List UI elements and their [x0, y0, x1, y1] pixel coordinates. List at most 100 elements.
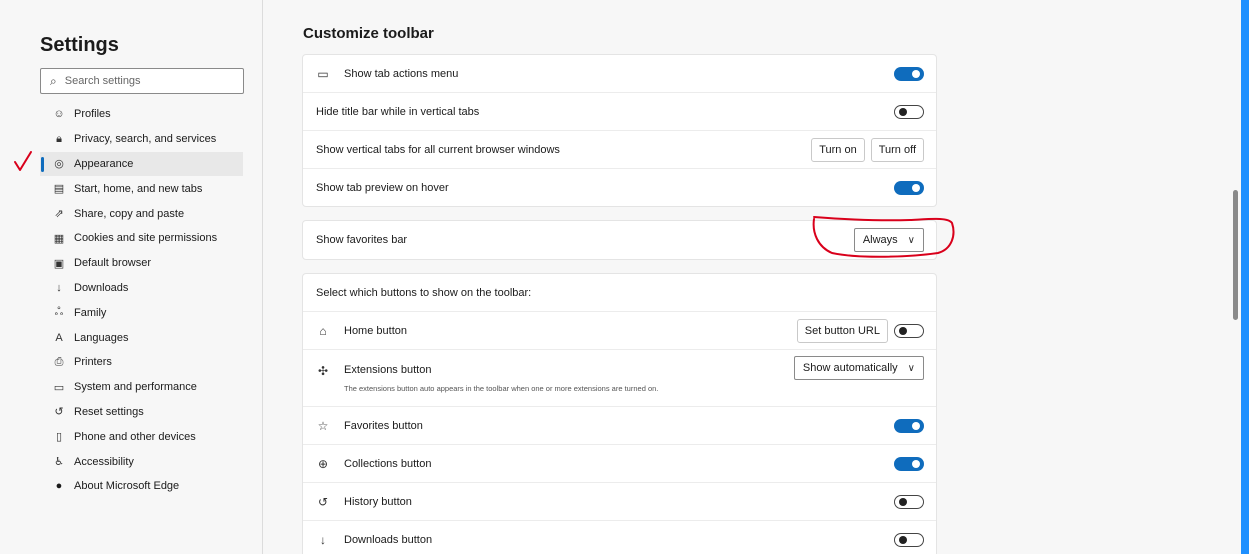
sidebar-item-start-home-and-new-tabs[interactable]: ▤ Start, home, and new tabs — [40, 176, 243, 201]
extensions-subtext: The extensions button auto appears in th… — [344, 384, 659, 393]
sidebar-item-label: Cookies and site permissions — [74, 232, 218, 245]
tab-actions-label: Show tab actions menu — [344, 67, 459, 80]
settings-title: Settings — [40, 34, 119, 56]
sidebar-item-languages[interactable]: A Languages — [40, 325, 243, 350]
favorites-button-label: Favorites button — [344, 419, 423, 432]
sidebar-item-label: About Microsoft Edge — [74, 480, 180, 493]
toolbar-buttons-card: Select which buttons to show on the tool… — [302, 273, 937, 554]
tab-preview-label: Show tab preview on hover — [316, 181, 449, 194]
sidebar-item-label: Appearance — [74, 157, 134, 170]
downloads-button-row: ↓ Downloads button — [303, 521, 936, 554]
search-input[interactable] — [64, 75, 225, 87]
collections-button-label: Collections button — [344, 457, 432, 470]
home-button-toggle[interactable] — [894, 323, 924, 338]
search-icon: ⌕ — [50, 73, 57, 88]
sidebar-item-privacy-search-and-services[interactable]: 🔒︎ Privacy, search, and services — [40, 127, 243, 152]
collections-button-row: ⊕ Collections button — [303, 445, 936, 483]
sidebar-item-about-microsoft-edge[interactable]: ● About Microsoft Edge — [40, 474, 243, 499]
palette-icon: ◎ — [54, 158, 64, 171]
main-content: Customize toolbar ▭ Show tab actions men… — [264, 0, 1231, 554]
lock-icon: 🔒︎ — [56, 132, 62, 145]
sidebar-item-downloads[interactable]: ↓ Downloads — [40, 276, 243, 301]
sidebar-item-label: Default browser — [74, 257, 152, 270]
history-button-label: History button — [344, 495, 412, 508]
toolbar-buttons-header: Select which buttons to show on the tool… — [316, 286, 532, 299]
tab-preview-row: Show tab preview on hover — [303, 169, 936, 206]
settings-sidebar: Settings ⌕ ☺ Profiles 🔒︎ Privacy, search, a… — [0, 0, 263, 554]
sidebar-item-label: Accessibility — [74, 455, 134, 468]
turn-off-button[interactable]: Turn off — [870, 137, 924, 162]
sidebar-item-label: Privacy, search, and services — [74, 133, 217, 146]
sidebar-item-family[interactable]: ஃ Family — [40, 300, 243, 325]
sidebar-nav: ☺ Profiles 🔒︎ Privacy, search, and services… — [40, 102, 243, 499]
puzzle-icon: ✣ — [317, 364, 329, 378]
download-icon: ↓ — [56, 281, 62, 294]
family-icon: ஃ — [54, 305, 64, 318]
browser-icon: ▣ — [53, 257, 65, 270]
home-button-row: ⌂ Home button Set button URL — [303, 312, 936, 350]
sidebar-item-label: Start, home, and new tabs — [74, 182, 203, 195]
downloads-button-label: Downloads button — [344, 534, 433, 546]
printer-icon: ⎙ — [54, 355, 64, 368]
sidebar-item-label: Languages — [74, 331, 129, 344]
sidebar-item-profiles[interactable]: ☺ Profiles — [40, 102, 243, 127]
sidebar-item-appearance[interactable]: ◎ Appearance — [40, 151, 243, 177]
toolbar-tabs-card: ▭ Show tab actions menu Hide title bar w… — [302, 54, 937, 207]
languages-icon: A — [55, 331, 63, 344]
history-button-row: ↺ History button — [303, 483, 936, 521]
profile-icon: ☺ — [53, 108, 65, 121]
collections-icon: ⊕ — [317, 456, 329, 471]
extensions-dropdown[interactable]: Show automatically ∨ — [793, 356, 924, 380]
sidebar-item-label: Family — [74, 306, 107, 319]
reset-icon: ↺ — [54, 406, 64, 419]
sidebar-item-label: Downloads — [74, 281, 129, 294]
window-edge-bar — [1241, 0, 1249, 554]
tab-actions-row: ▭ Show tab actions menu — [303, 55, 936, 93]
home-icon: ⌂ — [319, 323, 327, 338]
sidebar-item-default-browser[interactable]: ▣ Default browser — [40, 251, 243, 276]
accessibility-icon: ♿︎ — [54, 456, 64, 469]
tab-preview-toggle[interactable] — [894, 180, 924, 195]
favorites-button-toggle[interactable] — [894, 418, 924, 433]
sidebar-item-reset-settings[interactable]: ↺ Reset settings — [40, 400, 243, 425]
sidebar-item-label: Share, copy and paste — [74, 207, 185, 220]
sidebar-item-accessibility[interactable]: ♿︎ Accessibility — [40, 449, 243, 474]
turn-on-button[interactable]: Turn on — [811, 137, 865, 162]
scrollbar-thumb[interactable] — [1233, 190, 1238, 320]
collections-button-toggle[interactable] — [894, 456, 924, 471]
extensions-value: Show automatically — [802, 362, 898, 374]
red-circle-annotation — [812, 216, 955, 258]
sidebar-item-phone-and-other-devices[interactable]: ▯ Phone and other devices — [40, 424, 243, 449]
favorites-icon: ☆ — [317, 418, 329, 433]
download-icon: ↓ — [320, 533, 326, 547]
window-icon: ▤ — [53, 183, 65, 196]
hide-title-bar-label: Hide title bar while in vertical tabs — [316, 105, 480, 118]
sidebar-item-label: Reset settings — [74, 405, 144, 418]
sidebar-item-cookies-and-site-permissions[interactable]: ▦ Cookies and site permissions — [40, 226, 243, 251]
history-button-toggle[interactable] — [894, 494, 924, 509]
tab-actions-toggle[interactable] — [894, 66, 924, 81]
sidebar-item-label: System and performance — [74, 381, 197, 394]
downloads-button-toggle[interactable] — [894, 533, 924, 547]
sidebar-item-label: Printers — [74, 356, 112, 369]
search-box[interactable]: ⌕ — [40, 68, 244, 94]
laptop-icon: ▭ — [53, 381, 65, 394]
vertical-tabs-row: Show vertical tabs for all current brows… — [303, 131, 936, 169]
phone-icon: ▯ — [55, 431, 63, 444]
sidebar-item-system-and-performance[interactable]: ▭ System and performance — [40, 375, 243, 400]
chevron-down-icon: ∨ — [907, 362, 915, 374]
hide-title-bar-row: Hide title bar while in vertical tabs — [303, 93, 936, 131]
sidebar-item-label: Phone and other devices — [74, 430, 196, 443]
history-icon: ↺ — [317, 494, 329, 509]
sidebar-item-share-copy-and-paste[interactable]: ⇗ Share, copy and paste — [40, 201, 243, 226]
favorites-button-row: ☆ Favorites button — [303, 407, 936, 445]
sidebar-item-label: Profiles — [74, 108, 111, 121]
hide-title-bar-toggle[interactable] — [894, 104, 924, 119]
set-button-url-button[interactable]: Set button URL — [796, 318, 888, 343]
cookies-icon: ▦ — [53, 232, 65, 245]
share-icon: ⇗ — [54, 208, 64, 221]
extensions-button-row: ✣ Extensions button The extensions butto… — [303, 350, 936, 407]
toolbar-buttons-header-row: Select which buttons to show on the tool… — [303, 274, 936, 312]
sidebar-item-printers[interactable]: ⎙ Printers — [40, 350, 243, 375]
red-checkmark-annotation — [14, 151, 32, 171]
